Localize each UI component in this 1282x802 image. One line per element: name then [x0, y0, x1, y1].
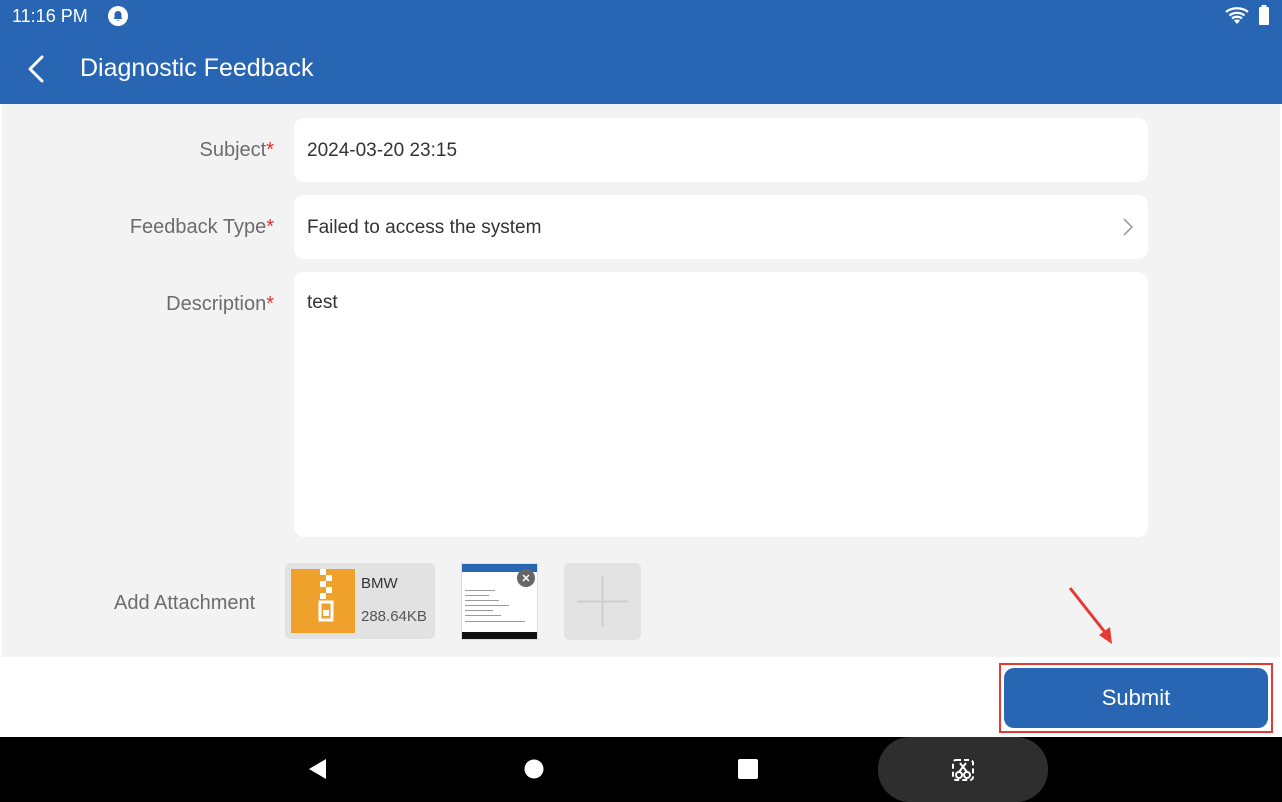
- battery-icon: [1259, 5, 1269, 25]
- required-mark: *: [266, 139, 274, 161]
- feedback-type-select[interactable]: Failed to access the system: [294, 195, 1148, 259]
- wifi-icon: [1225, 7, 1249, 24]
- thumbnail-text-line: [465, 590, 495, 591]
- description-value: test: [307, 292, 338, 313]
- submit-button[interactable]: Submit: [1004, 668, 1268, 728]
- add-attachment-button[interactable]: [564, 563, 641, 640]
- feedback-form: Subject* 2024-03-20 23:15 Feedback Type*…: [2, 104, 1280, 657]
- close-icon: [522, 574, 530, 582]
- subject-field[interactable]: 2024-03-20 23:15: [294, 118, 1148, 182]
- status-bar: 11:16 PM: [0, 0, 1282, 34]
- annotation-arrow-icon: [1068, 587, 1112, 644]
- chevron-right-icon: [1123, 218, 1134, 236]
- plus-icon: [577, 576, 628, 627]
- chevron-left-icon: [28, 55, 44, 83]
- subject-label-text: Subject: [199, 139, 267, 161]
- thumbnail-text-line: [465, 610, 493, 611]
- feedback-type-label: Feedback Type*: [130, 216, 274, 239]
- thumbnail-text-line: [465, 595, 489, 596]
- add-attachment-label: Add Attachment: [114, 592, 256, 614]
- required-mark: *: [266, 293, 274, 315]
- nav-home-icon[interactable]: [520, 755, 548, 783]
- nav-back-icon[interactable]: [304, 755, 332, 783]
- nav-recents-icon[interactable]: [734, 755, 762, 783]
- thumbnail-text-line: [465, 621, 525, 622]
- thumbnail-text-line: [465, 600, 499, 601]
- feedback-type-value: Failed to access the system: [307, 217, 542, 238]
- attachment-size: 288.64KB: [361, 608, 427, 625]
- attachment-name: BMW: [361, 575, 398, 592]
- thumbnail-navbar: [462, 632, 537, 639]
- thumbnail-text-line: [465, 605, 509, 606]
- attachment-file[interactable]: BMW 288.64KB: [285, 563, 435, 639]
- subject-label: Subject*: [199, 139, 274, 162]
- description-textarea[interactable]: test: [294, 272, 1148, 537]
- required-mark: *: [266, 216, 274, 238]
- description-label: Description*: [166, 293, 274, 316]
- remove-attachment-button[interactable]: [517, 569, 535, 587]
- attachment-screenshot-thumbnail[interactable]: [461, 563, 538, 640]
- zip-file-icon: [291, 569, 355, 633]
- thumbnail-text-line: [465, 615, 501, 616]
- screenshot-scissors-icon: [952, 759, 974, 781]
- system-nav-bar: [0, 737, 1282, 802]
- notification-icon: [108, 6, 128, 26]
- app-bar: Diagnostic Feedback: [0, 34, 1282, 104]
- page-title: Diagnostic Feedback: [80, 54, 314, 82]
- back-button[interactable]: [20, 51, 56, 87]
- subject-value: 2024-03-20 23:15: [307, 140, 458, 161]
- status-time: 11:16 PM: [12, 6, 88, 26]
- screenshot-tool-button[interactable]: [878, 737, 1048, 802]
- description-label-text: Description: [166, 293, 267, 315]
- feedback-type-label-text: Feedback Type: [129, 216, 267, 238]
